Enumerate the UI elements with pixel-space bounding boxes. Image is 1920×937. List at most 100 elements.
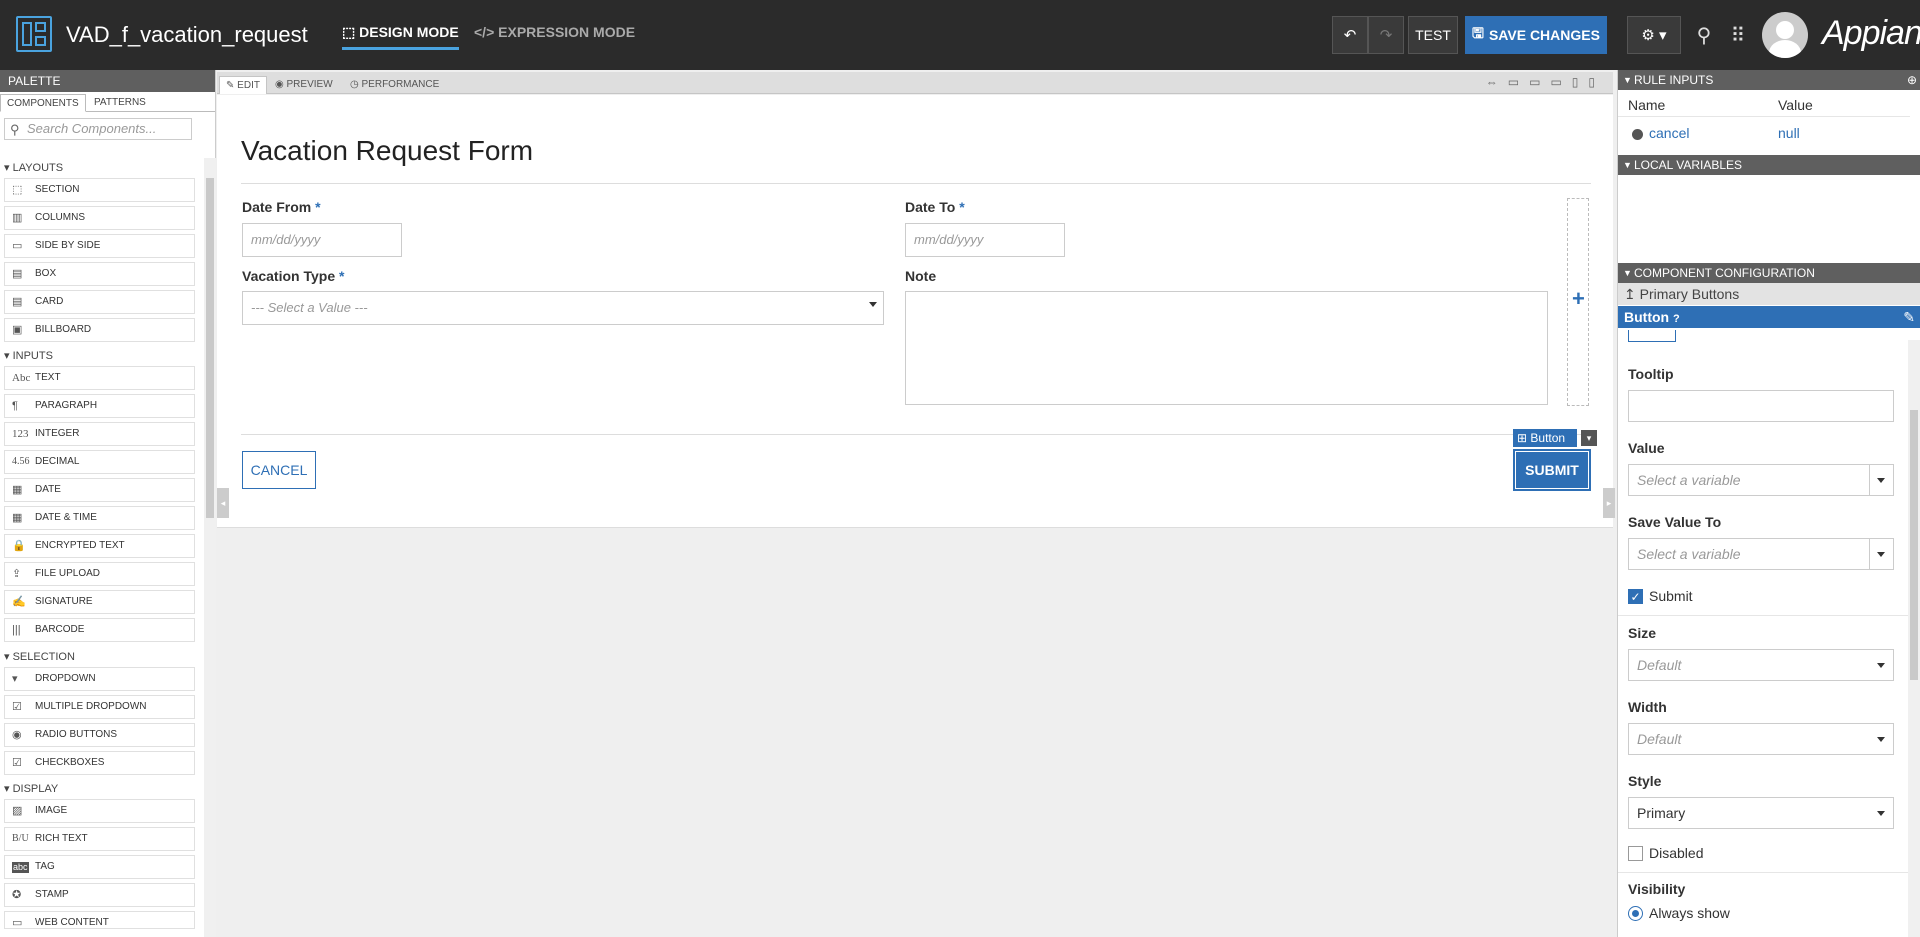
redo-button[interactable]: ↷ [1368, 16, 1404, 54]
config-scroll-thumb[interactable] [1910, 410, 1918, 680]
design-mode-label: DESIGN MODE [359, 24, 459, 40]
edit-icon[interactable]: ✎ [1903, 306, 1915, 328]
date-from-input[interactable]: mm/dd/yyyy [242, 223, 402, 257]
palette-item-text[interactable]: Abc TEXT [4, 366, 195, 390]
palette-item-label: RADIO BUTTONS [35, 729, 118, 740]
submit-button[interactable]: SUBMIT [1513, 449, 1591, 491]
selected-component-tag[interactable]: ⊞ Button [1513, 429, 1577, 447]
top-bar: VAD_f_vacation_request ⬚ DESIGN MODE </>… [0, 0, 1920, 70]
palette-item-encrypted-text[interactable]: 🔒 ENCRYPTED TEXT [4, 534, 195, 558]
palette-scrollbar[interactable] [204, 158, 216, 937]
palette-item-label: SECTION [35, 184, 80, 195]
palette-item-label: DECIMAL [35, 456, 80, 467]
hierarchy-icon: ⊞ [1517, 431, 1531, 445]
palette-item-integer[interactable]: 123 INTEGER [4, 422, 195, 446]
palette-item-section[interactable]: ⬚ SECTION [4, 178, 195, 202]
collapse-right-handle[interactable]: ▸ [1603, 488, 1615, 518]
size-label: Size [1628, 625, 1657, 641]
palette-item-side-by-side[interactable]: ▭ SIDE BY SIDE [4, 234, 195, 258]
palette-item-paragraph[interactable]: ¶ PARAGRAPH [4, 394, 195, 418]
disabled-checkbox[interactable] [1628, 846, 1643, 861]
vacation-type-dropdown[interactable]: --- Select a Value --- [242, 291, 884, 325]
palette-scroll-thumb[interactable] [206, 178, 214, 518]
date-to-input[interactable]: mm/dd/yyyy [905, 223, 1065, 257]
category-selection-label: SELECTION [12, 651, 75, 663]
palette-item-dropdown[interactable]: ▾ DROPDOWN [4, 667, 195, 691]
palette-item-signature[interactable]: ✍ SIGNATURE [4, 590, 195, 614]
rule-inputs-header-label: RULE INPUTS [1634, 73, 1714, 87]
device-preview-icons[interactable]: ⇔▭▭▭▯▯ [1486, 75, 1605, 89]
chevron-down-icon [1877, 811, 1885, 816]
interface-designer-icon [16, 16, 52, 52]
save-changes-button[interactable]: 🖫 SAVE CHANGES [1465, 16, 1607, 54]
component-menu-button[interactable]: ▾ [1581, 430, 1597, 446]
help-icon[interactable]: ? [1673, 313, 1680, 325]
breadcrumb-parent[interactable]: ↥ Primary Buttons [1618, 283, 1920, 305]
palette-item-billboard[interactable]: ▣ BILLBOARD [4, 318, 195, 342]
cancel-button[interactable]: CANCEL [242, 451, 316, 489]
lock-icon: 🔒 [12, 540, 26, 552]
undo-button[interactable]: ↶ [1332, 16, 1368, 54]
palette-item-barcode[interactable]: ||| BARCODE [4, 618, 195, 642]
palette-item-date[interactable]: ▦ DATE [4, 478, 195, 502]
palette-item-web-content[interactable]: ▭ WEB CONTENT [4, 911, 195, 929]
apps-grid-icon[interactable]: ⠿ [1724, 22, 1752, 50]
visibility-option-label: Always show [1649, 905, 1730, 921]
avatar[interactable] [1762, 12, 1808, 58]
submit-checkbox[interactable]: ✓ [1628, 589, 1643, 604]
local-variables-header[interactable]: ▼ LOCAL VARIABLES [1618, 155, 1920, 175]
style-select[interactable]: Primary [1628, 797, 1894, 829]
width-select[interactable]: Default [1628, 723, 1894, 755]
tab-components[interactable]: COMPONENTS [0, 94, 86, 112]
rule-inputs-header[interactable]: ▼ RULE INPUTS ⊕ [1618, 70, 1920, 90]
size-select[interactable]: Default [1628, 649, 1894, 681]
palette-item-multiple-dropdown[interactable]: ☑ MULTIPLE DROPDOWN [4, 695, 195, 719]
palette-item-date-time[interactable]: ▦ DATE & TIME [4, 506, 195, 530]
palette-item-columns[interactable]: ▥ COLUMNS [4, 206, 195, 230]
breadcrumb-parent-label: Primary Buttons [1639, 286, 1740, 302]
visibility-always-show-radio[interactable] [1628, 906, 1643, 921]
palette-item-tag[interactable]: abc TAG [4, 855, 195, 879]
tab-edit-label: EDIT [237, 80, 260, 91]
tab-preview[interactable]: ◉ PREVIEW [269, 76, 339, 94]
note-textarea[interactable] [905, 291, 1548, 405]
palette-item-label: DROPDOWN [35, 673, 96, 684]
palette-item-image[interactable]: ▨ IMAGE [4, 799, 195, 823]
collapse-left-handle[interactable]: ◂ [217, 488, 229, 518]
palette-item-radio-buttons[interactable]: ◉ RADIO BUTTONS [4, 723, 195, 747]
add-rule-input-icon[interactable]: ⊕ [1907, 70, 1917, 90]
palette-item-checkboxes[interactable]: ☑ CHECKBOXES [4, 751, 195, 775]
required-mark: * [339, 268, 345, 284]
component-configuration-header[interactable]: ▼ COMPONENT CONFIGURATION [1618, 263, 1920, 283]
category-inputs[interactable]: ▾ INPUTS [4, 349, 53, 362]
category-selection[interactable]: ▾ SELECTION [4, 650, 75, 663]
visibility-label: Visibility [1628, 881, 1686, 897]
palette-item-decimal[interactable]: 4.56 DECIMAL [4, 450, 195, 474]
tab-edit[interactable]: ✎ EDIT [219, 76, 267, 94]
settings-button[interactable]: ⚙ ▾ [1627, 16, 1681, 54]
tab-performance[interactable]: ◷ PERFORMANCE [344, 76, 445, 94]
save-value-to-select[interactable]: Select a variable [1628, 538, 1894, 570]
category-display[interactable]: ▾ DISPLAY [4, 782, 58, 795]
add-icon[interactable]: + [1572, 286, 1585, 312]
value-select[interactable]: Select a variable [1628, 464, 1894, 496]
palette-item-rich-text[interactable]: B/U RICH TEXT [4, 827, 195, 851]
rule-input-value[interactable]: null [1778, 125, 1800, 141]
test-button[interactable]: TEST [1408, 16, 1458, 54]
palette-item-label: MULTIPLE DROPDOWN [35, 701, 147, 712]
palette-item-stamp[interactable]: ✪ STAMP [4, 883, 195, 907]
category-layouts[interactable]: ▾ LAYOUTS [4, 161, 63, 174]
tab-expression-mode[interactable]: </> EXPRESSION MODE [474, 24, 635, 50]
search-components-input[interactable]: ⚲ Search Components... [4, 118, 192, 140]
palette-item-file-upload[interactable]: ⇪ FILE UPLOAD [4, 562, 195, 586]
value-placeholder: Select a variable [1637, 472, 1741, 488]
palette-item-box[interactable]: ▤ BOX [4, 262, 195, 286]
rule-input-name[interactable]: cancel [1649, 125, 1689, 141]
palette-item-card[interactable]: ▤ CARD [4, 290, 195, 314]
search-objects-icon[interactable]: ⚲ [1690, 22, 1718, 50]
tooltip-input[interactable] [1628, 390, 1894, 422]
config-scrollbar[interactable] [1908, 340, 1920, 937]
date-to-label: Date To * [905, 199, 965, 215]
tab-design-mode[interactable]: ⬚ DESIGN MODE [342, 24, 459, 50]
tab-patterns[interactable]: PATTERNS [88, 94, 152, 112]
